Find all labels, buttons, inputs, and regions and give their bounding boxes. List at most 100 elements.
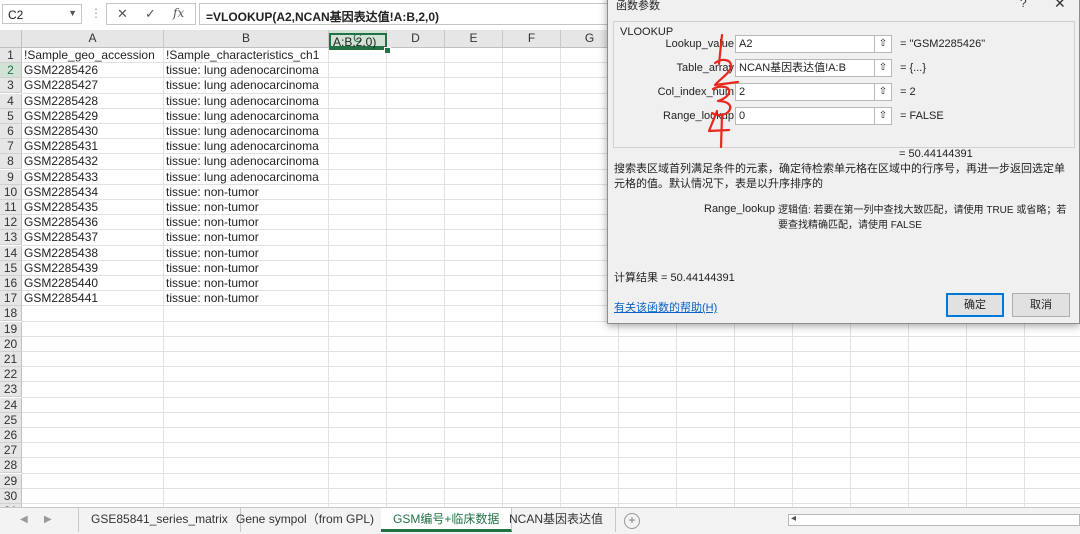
- cell-a11[interactable]: GSM2285435: [22, 200, 164, 215]
- cell-b13[interactable]: tissue: non-tumor: [164, 230, 329, 245]
- row-header-12[interactable]: 12: [0, 215, 22, 231]
- cell-a6[interactable]: GSM2285430: [22, 124, 164, 139]
- row-header-1[interactable]: 1: [0, 48, 22, 63]
- row-header-24[interactable]: 24: [0, 397, 22, 413]
- cell-b5[interactable]: tissue: lung adenocarcinoma: [164, 109, 329, 124]
- insert-function-icon[interactable]: fx: [173, 6, 184, 20]
- close-icon[interactable]: ✕: [1054, 0, 1066, 12]
- active-cell-c2[interactable]: A:B,2,0): [329, 33, 387, 50]
- cancel-button[interactable]: 取消: [1012, 293, 1070, 317]
- cell-b12[interactable]: tissue: non-tumor: [164, 215, 329, 230]
- cell-a1[interactable]: !Sample_geo_accession: [22, 48, 164, 63]
- fill-handle[interactable]: [384, 47, 391, 54]
- row-header-26[interactable]: 26: [0, 428, 22, 443]
- cell-b14[interactable]: tissue: non-tumor: [164, 246, 329, 261]
- sheet-tab-active[interactable]: GSM编号+临床数据: [381, 508, 513, 532]
- collapse-dialog-icon[interactable]: ⇧: [874, 35, 892, 53]
- cell-b7[interactable]: tissue: lung adenocarcinoma: [164, 139, 329, 154]
- cell-a3[interactable]: GSM2285427: [22, 78, 164, 93]
- column-header-d[interactable]: D: [387, 30, 445, 48]
- cell-a8[interactable]: GSM2285432: [22, 154, 164, 169]
- cell-a10[interactable]: GSM2285434: [22, 185, 164, 200]
- cell-b3[interactable]: tissue: lung adenocarcinoma: [164, 78, 329, 93]
- cell-b9[interactable]: tissue: lung adenocarcinoma: [164, 170, 329, 185]
- row-header-8[interactable]: 8: [0, 154, 22, 170]
- row-header-13[interactable]: 13: [0, 230, 22, 246]
- ok-button[interactable]: 确定: [946, 293, 1004, 317]
- cell-b11[interactable]: tissue: non-tumor: [164, 200, 329, 215]
- row-header-6[interactable]: 6: [0, 124, 22, 139]
- cell-b17[interactable]: tissue: non-tumor: [164, 291, 329, 306]
- sheet-tab[interactable]: Gene sympol（from GPL): [224, 508, 388, 532]
- column-header-a[interactable]: A: [22, 30, 164, 48]
- tab-scroll-left-icon[interactable]: ◀: [20, 514, 28, 525]
- column-header-f[interactable]: F: [503, 30, 561, 48]
- lookup-value-input[interactable]: A2: [735, 35, 875, 53]
- name-box[interactable]: C2 ▼: [2, 4, 82, 24]
- cell-a7[interactable]: GSM2285431: [22, 139, 164, 154]
- sheet-tab[interactable]: NCAN基因表达值: [497, 508, 617, 532]
- collapse-dialog-icon[interactable]: ⇧: [874, 59, 892, 77]
- cell-b8[interactable]: tissue: lung adenocarcinoma: [164, 154, 329, 169]
- cell-a17[interactable]: GSM2285441: [22, 291, 164, 306]
- row-header-10[interactable]: 10: [0, 184, 22, 200]
- cell-a2[interactable]: GSM2285426: [22, 63, 164, 78]
- row-header-5[interactable]: 5: [0, 108, 22, 124]
- row-header-14[interactable]: 14: [0, 245, 22, 261]
- horizontal-scrollbar[interactable]: ◂: [788, 513, 1080, 526]
- enter-icon[interactable]: ✓: [145, 6, 156, 22]
- cell-a16[interactable]: GSM2285440: [22, 276, 164, 291]
- chevron-down-icon[interactable]: ▼: [68, 8, 77, 18]
- more-options-icon[interactable]: ⋮: [90, 6, 102, 20]
- cell-a15[interactable]: GSM2285439: [22, 261, 164, 276]
- cell-b15[interactable]: tissue: non-tumor: [164, 261, 329, 276]
- row-header-19[interactable]: 19: [0, 321, 22, 337]
- tab-scroll-right-icon[interactable]: ▶: [44, 514, 52, 525]
- col-index-num-input[interactable]: 2: [735, 83, 875, 101]
- cell-b1[interactable]: !Sample_characteristics_ch1: [164, 48, 329, 63]
- row-header-4[interactable]: 4: [0, 93, 22, 109]
- sheet-tab[interactable]: GSE85841_series_matrix: [78, 508, 241, 532]
- row-header-27[interactable]: 27: [0, 443, 22, 459]
- row-header-28[interactable]: 28: [0, 458, 22, 474]
- help-icon[interactable]: ?: [1020, 0, 1027, 10]
- row-header-11[interactable]: 11: [0, 200, 22, 215]
- cell-a13[interactable]: GSM2285437: [22, 230, 164, 245]
- cancel-icon[interactable]: ✕: [117, 6, 128, 22]
- column-header-b[interactable]: B: [164, 30, 329, 48]
- cell-a5[interactable]: GSM2285429: [22, 109, 164, 124]
- row-header-18[interactable]: 18: [0, 306, 22, 322]
- cell-b4[interactable]: tissue: lung adenocarcinoma: [164, 94, 329, 109]
- select-all-corner[interactable]: [0, 30, 22, 48]
- cell-b6[interactable]: tissue: lung adenocarcinoma: [164, 124, 329, 139]
- function-help-link[interactable]: 有关该函数的帮助(H): [614, 299, 717, 315]
- cell-b10[interactable]: tissue: non-tumor: [164, 185, 329, 200]
- row-header-3[interactable]: 3: [0, 78, 22, 94]
- row-header-21[interactable]: 21: [0, 352, 22, 367]
- add-sheet-icon[interactable]: +: [624, 513, 640, 529]
- table-array-input[interactable]: NCAN基因表达值!A:B: [735, 59, 875, 77]
- collapse-dialog-icon[interactable]: ⇧: [874, 107, 892, 125]
- cell-a4[interactable]: GSM2285428: [22, 94, 164, 109]
- row-header-29[interactable]: 29: [0, 473, 22, 489]
- row-header-23[interactable]: 23: [0, 382, 22, 398]
- row-header-2[interactable]: 2: [0, 63, 22, 79]
- cell-b16[interactable]: tissue: non-tumor: [164, 276, 329, 291]
- range-lookup-input[interactable]: 0: [735, 107, 875, 125]
- cell-a9[interactable]: GSM2285433: [22, 170, 164, 185]
- row-header-7[interactable]: 7: [0, 139, 22, 155]
- row-header-9[interactable]: 9: [0, 169, 22, 185]
- scroll-left-icon[interactable]: ◂: [791, 513, 796, 524]
- row-header-20[interactable]: 20: [0, 336, 22, 352]
- row-header-16[interactable]: 16: [0, 276, 22, 291]
- cell-a12[interactable]: GSM2285436: [22, 215, 164, 230]
- cell-b2[interactable]: tissue: lung adenocarcinoma: [164, 63, 329, 78]
- row-header-15[interactable]: 15: [0, 260, 22, 276]
- row-header-30[interactable]: 30: [0, 488, 22, 504]
- row-header-22[interactable]: 22: [0, 367, 22, 383]
- row-header-17[interactable]: 17: [0, 291, 22, 307]
- cell-a14[interactable]: GSM2285438: [22, 246, 164, 261]
- collapse-dialog-icon[interactable]: ⇧: [874, 83, 892, 101]
- column-header-e[interactable]: E: [445, 30, 503, 48]
- row-header-25[interactable]: 25: [0, 412, 22, 428]
